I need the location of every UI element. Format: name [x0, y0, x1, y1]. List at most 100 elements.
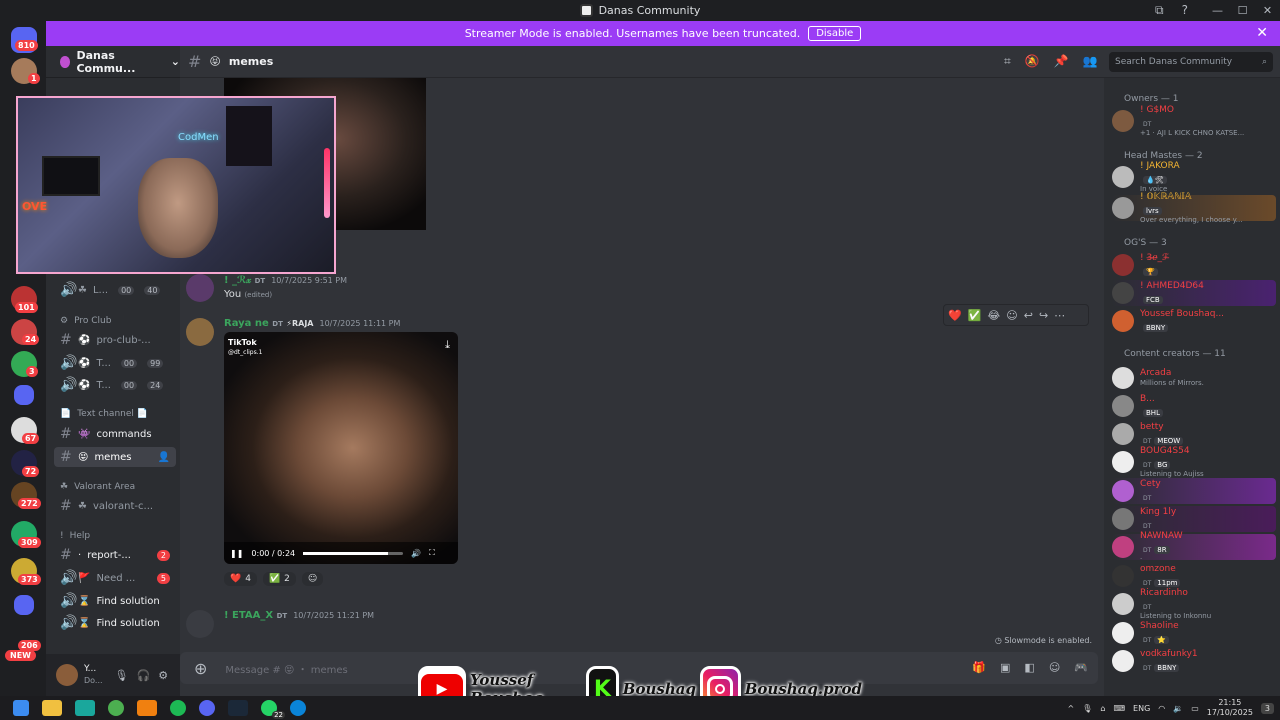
- avatar[interactable]: [1112, 423, 1134, 445]
- folder-icon[interactable]: [14, 385, 34, 405]
- download-icon[interactable]: ⤓: [445, 338, 450, 352]
- reply-icon[interactable]: ↩: [1024, 309, 1033, 322]
- laugh-reaction-icon[interactable]: 😂: [987, 309, 1000, 322]
- help-icon[interactable]: ?: [1182, 3, 1188, 18]
- gift-icon[interactable]: 🎁: [972, 661, 986, 674]
- emoji-icon[interactable]: ☺: [1049, 661, 1060, 674]
- member-row[interactable]: B... BHL: [1112, 393, 1276, 419]
- add-reaction-button[interactable]: ☺: [301, 572, 324, 586]
- channel-item[interactable]: 🔊 ☘ L... 00 40: [54, 280, 176, 300]
- member-row[interactable]: Shaoline DT ⭐: [1112, 620, 1276, 646]
- channel-memes[interactable]: # 😝 memes 👤: [54, 447, 176, 467]
- avatar[interactable]: [1112, 110, 1134, 132]
- message-author[interactable]: ! _ℛ𝓍 DT 10/7/2025 9:51 PM: [224, 275, 347, 286]
- category-valorant-area[interactable]: ☘ Valorant Area: [60, 482, 135, 492]
- steam-icon[interactable]: [228, 700, 248, 716]
- network-icon[interactable]: ⌂: [1100, 704, 1105, 713]
- video-progress-bar[interactable]: [303, 551, 404, 555]
- avatar[interactable]: [1112, 197, 1134, 219]
- close-window-button[interactable]: ✕: [1255, 4, 1280, 17]
- category-help[interactable]: ! Help: [60, 531, 90, 541]
- avatar[interactable]: [1112, 395, 1134, 417]
- close-icon[interactable]: ✕: [1256, 25, 1268, 41]
- windows-start-icon[interactable]: [13, 700, 29, 716]
- whatsapp-icon[interactable]: 22: [261, 700, 285, 719]
- activity-icon[interactable]: 🎮: [1074, 661, 1088, 674]
- member-row[interactable]: Youssef Boushaq... BBNY: [1112, 308, 1276, 334]
- search-input[interactable]: Search Danas Community ⌕: [1109, 52, 1273, 72]
- avatar[interactable]: [186, 274, 214, 302]
- keyboard-icon[interactable]: ⌨: [1113, 704, 1125, 713]
- microphone-icon[interactable]: 🎙: [115, 669, 129, 682]
- avatar[interactable]: [1112, 480, 1134, 502]
- avatar[interactable]: [1112, 282, 1134, 304]
- member-row[interactable]: vodkafunky1 DT BBNY: [1112, 648, 1276, 674]
- app-icon[interactable]: [75, 700, 95, 716]
- more-icon[interactable]: ⋯: [1054, 309, 1065, 322]
- vlc-icon[interactable]: [137, 700, 157, 716]
- clock[interactable]: 21:15 17/10/2025: [1207, 698, 1253, 718]
- chrome-icon[interactable]: [108, 700, 124, 716]
- avatar[interactable]: [1112, 536, 1134, 558]
- microphone-icon[interactable]: 🎙: [1082, 704, 1092, 713]
- server-header[interactable]: Danas Commu... ⌄: [46, 46, 180, 78]
- pin-icon[interactable]: 📌: [1054, 54, 1069, 69]
- avatar[interactable]: [1112, 310, 1134, 332]
- maximize-button[interactable]: ☐: [1230, 4, 1255, 17]
- chevron-up-icon[interactable]: ^: [1068, 704, 1075, 713]
- reaction-check[interactable]: ✅ 2: [262, 572, 296, 586]
- member-row[interactable]: betty DT MEOW: [1112, 421, 1276, 447]
- wifi-icon[interactable]: ◠: [1158, 704, 1165, 713]
- minimize-button[interactable]: —: [1205, 4, 1230, 17]
- member-row[interactable]: ! G$MO DT +1 · AJI L KICK CHNO KATSE...: [1112, 105, 1276, 137]
- channel-item[interactable]: 🔊 ⚽ T... 00 24: [54, 375, 176, 395]
- file-explorer-icon[interactable]: [42, 700, 62, 716]
- category-pro-club[interactable]: ⚙ Pro Club: [60, 316, 111, 326]
- avatar[interactable]: [186, 610, 214, 638]
- notification-badge[interactable]: 3: [1260, 702, 1274, 714]
- member-row[interactable]: ! AHMED4D64 FCB: [1112, 280, 1276, 306]
- channel-item[interactable]: 🔊 ⌛ Find solution: [54, 591, 176, 611]
- pause-icon[interactable]: ❚❚: [230, 549, 243, 558]
- avatar[interactable]: [1112, 254, 1134, 276]
- add-reaction-icon[interactable]: ☺: [1006, 309, 1017, 322]
- channel-commands[interactable]: # 👾 commands: [54, 424, 176, 444]
- member-list-icon[interactable]: 👥: [1083, 54, 1098, 69]
- avatar[interactable]: [1112, 166, 1134, 188]
- member-row[interactable]: King 1ly DT: [1112, 506, 1276, 532]
- avatar[interactable]: [56, 664, 78, 686]
- volume-icon[interactable]: 🔉: [1173, 704, 1183, 713]
- avatar[interactable]: [186, 318, 214, 346]
- video-player[interactable]: TikTok @dt_clips.1 ⤓ ❚❚ 0:00 / 0:24 🔊 ⛶: [224, 332, 458, 564]
- avatar[interactable]: [1112, 650, 1134, 672]
- volume-icon[interactable]: 🔊: [411, 549, 421, 558]
- member-row[interactable]: ! 𝕆𝕂ℝ𝔸ℕ𝕀𝔸 lvrs Over everything, I choose y…: [1112, 192, 1276, 224]
- battery-icon[interactable]: ▭: [1191, 704, 1199, 713]
- avatar[interactable]: [1112, 593, 1134, 615]
- channel-item[interactable]: 🔊 ⚽ T... 00 99: [54, 353, 176, 373]
- member-row[interactable]: omzone DT 11pm: [1112, 563, 1276, 589]
- invite-icon[interactable]: 👤: [158, 452, 170, 463]
- check-reaction-icon[interactable]: ✅: [968, 309, 982, 322]
- add-attachment-icon[interactable]: ⊕: [194, 659, 207, 678]
- member-row[interactable]: ! JAKORA 💧🛠 In voice: [1112, 161, 1276, 193]
- notification-bell-icon[interactable]: 🔕: [1025, 54, 1040, 69]
- member-row[interactable]: ! 3̶ℯ̶_ℱ̶ 🏆: [1112, 252, 1276, 278]
- avatar[interactable]: [1112, 367, 1134, 389]
- channel-item[interactable]: 🔊 🚩 Need ... 5: [54, 568, 176, 588]
- forward-icon[interactable]: ↪: [1039, 309, 1048, 322]
- channel-item[interactable]: 🔊 ⌛ Find solution: [54, 613, 176, 633]
- message-author[interactable]: Raya ne DT ⚡RAJA 10/7/2025 11:11 PM: [224, 318, 400, 329]
- avatar[interactable]: [1112, 508, 1134, 530]
- folder-icon[interactable]: [14, 595, 34, 615]
- avatar[interactable]: [1112, 622, 1134, 644]
- channel-item[interactable]: # ⚽ pro-club-...: [54, 330, 176, 350]
- headphones-icon[interactable]: 🎧: [137, 669, 151, 682]
- message-input[interactable]: Message # 😝 ・ memes: [225, 661, 347, 676]
- edge-icon[interactable]: [290, 700, 306, 716]
- message-author[interactable]: ! ETAA_X DT 10/7/2025 11:21 PM: [224, 610, 374, 621]
- sticker-icon[interactable]: ◧: [1024, 661, 1034, 674]
- member-row[interactable]: Cety DT: [1112, 478, 1276, 504]
- avatar[interactable]: [1112, 451, 1134, 473]
- member-row[interactable]: Arcada Millions of Mirrors.: [1112, 365, 1276, 391]
